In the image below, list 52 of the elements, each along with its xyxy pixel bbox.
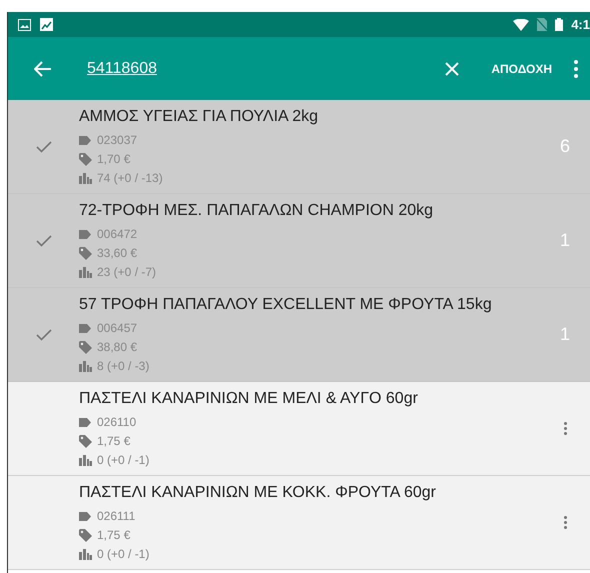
label-icon: [79, 512, 91, 520]
more-menu-icon[interactable]: [574, 60, 578, 78]
price-tag-icon: [79, 246, 92, 260]
product-title: 72-ΤΡΟΦΗ ΜΕΣ. ΠΑΠΑΓΑΛΩΝ CHAMPION 20kg: [79, 201, 434, 221]
product-price: 33,60 €: [97, 245, 138, 261]
product-price: 1,75 €: [97, 527, 130, 543]
stock-level: 8 (+0 / -3): [97, 358, 150, 374]
label-icon: [79, 230, 91, 238]
battery-icon: [555, 18, 564, 31]
check-icon: [36, 140, 52, 152]
buildings-icon: [79, 548, 92, 560]
product-row[interactable]: ΠΑΣΤΕΛΙ ΚΑΝΑΡΙΝΙΩΝ ΜΕ ΜΕΛΙ & ΑΥΓΟ 60gr 026110 1,75 € 0 (+0 / -1): [8, 382, 590, 476]
stock-level: 23 (+0 / -7): [97, 264, 156, 280]
product-row[interactable]: ΠΑΣΤΕΛΙ ΚΑΝΑΡΙΝΙΩΝ ΜΕ ΚΟΚΚ. ΦΡΟΥΤΑ 60gr 026111 1,75 € 0 (+0 / -1): [8, 476, 590, 570]
price-tag-icon: [79, 528, 92, 542]
buildings-icon: [79, 360, 92, 372]
stock-level: 0 (+0 / -1): [97, 546, 150, 562]
wifi-icon: [513, 18, 530, 30]
no-sim-icon: [537, 18, 548, 31]
product-price: 1,70 €: [97, 151, 130, 167]
search-query[interactable]: 54118608: [87, 56, 157, 80]
buildings-icon: [79, 266, 92, 278]
check-icon: [36, 328, 52, 340]
product-code: 026111: [97, 508, 136, 524]
clear-icon[interactable]: [445, 62, 460, 76]
product-code: 006457: [97, 320, 138, 336]
label-icon: [79, 136, 91, 144]
stock-level: 0 (+0 / -1): [97, 452, 150, 468]
product-code: 026110: [97, 414, 136, 430]
product-code: 023037: [97, 132, 138, 148]
label-icon: [79, 418, 91, 426]
more-options-icon[interactable]: [562, 514, 568, 531]
price-tag-icon: [79, 434, 92, 448]
back-icon[interactable]: [34, 60, 52, 76]
image-icon: [18, 18, 31, 30]
price-tag-icon: [79, 340, 92, 354]
product-code: 006472: [97, 226, 138, 242]
label-icon: [79, 324, 91, 332]
buildings-icon: [79, 454, 92, 466]
product-title: ΠΑΣΤΕΛΙ ΚΑΝΑΡΙΝΙΩΝ ΜΕ ΚΟΚΚ. ΦΡΟΥΤΑ 60gr: [79, 483, 437, 503]
accept-button[interactable]: ΑΠΟΔΟΧΗ: [491, 60, 552, 78]
more-options-icon[interactable]: [562, 420, 568, 437]
product-price: 1,75 €: [97, 433, 130, 449]
product-title: 57 ΤΡΟΦΗ ΠΑΠΑΓΑΛΟΥ EXCELLENT ΜΕ ΦΡΟΥΤΑ 15kg: [79, 295, 493, 315]
price-tag-icon: [79, 152, 92, 166]
product-price: 38,80 €: [97, 339, 138, 355]
stock-level: 74 (+0 / -13): [97, 170, 163, 186]
buildings-icon: [79, 172, 92, 184]
product-title: ΑΜΜΟΣ ΥΓΕΙΑΣ ΓΙΑ ΠΟΥΛΙΑ 2kg: [79, 107, 320, 127]
check-icon: [36, 234, 52, 246]
clock-time: 4:1: [571, 16, 590, 34]
product-title: ΠΑΣΤΕΛΙ ΚΑΝΑΡΙΝΙΩΝ ΜΕ ΜΕΛΙ & ΑΥΓΟ 60gr: [79, 389, 419, 409]
